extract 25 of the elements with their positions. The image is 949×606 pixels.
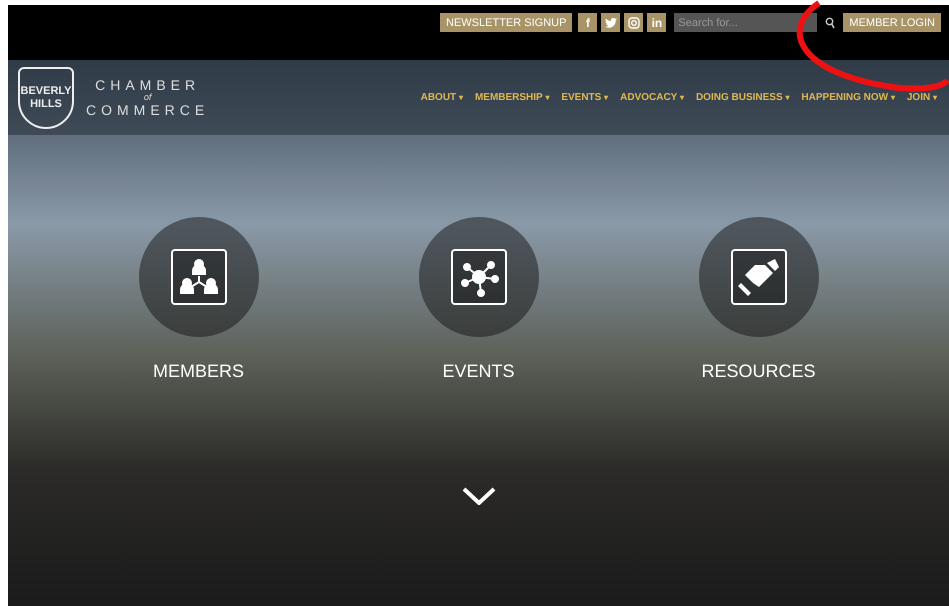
- logo-badge: BEVERLY HILLS: [18, 66, 74, 128]
- nav-menu-item[interactable]: JOIN ▾: [906, 92, 937, 103]
- logo-text: CHAMBER: [95, 77, 200, 93]
- nav-menu-item[interactable]: HAPPENING NOW ▾: [801, 92, 895, 103]
- search-field[interactable]: Search for...: [674, 13, 818, 32]
- nav-menu-item[interactable]: DOING BUSINESS ▾: [696, 92, 790, 103]
- nav-menu-item[interactable]: EVENTS ▾: [561, 92, 608, 103]
- network-icon[interactable]: [450, 249, 506, 305]
- feature-label[interactable]: EVENTS: [442, 361, 515, 382]
- nav-menu-item[interactable]: MEMBERSHIP ▾: [474, 92, 550, 103]
- search-icon[interactable]: [825, 17, 836, 29]
- nav-menu-item[interactable]: ABOUT ▾: [420, 92, 463, 103]
- people-network-icon[interactable]: [170, 249, 226, 305]
- member-login-button[interactable]: MEMBER LOGIN: [843, 13, 941, 32]
- chevron-down-icon[interactable]: [462, 487, 496, 505]
- feature-label[interactable]: RESOURCES: [701, 361, 816, 382]
- camera-icon[interactable]: [624, 13, 644, 32]
- bird-icon[interactable]: [601, 13, 620, 32]
- logo-text: COMMERCE: [86, 102, 210, 118]
- newsletter-signup-button[interactable]: NEWSLETTER SIGNUP: [440, 13, 572, 32]
- linkedin-link[interactable]: in: [647, 13, 666, 32]
- facebook-link[interactable]: f: [578, 13, 598, 32]
- nav-menu-item[interactable]: ADVOCACY ▾: [620, 92, 684, 103]
- logo-text: of: [144, 93, 152, 102]
- feature-label[interactable]: MEMBERS: [152, 361, 244, 382]
